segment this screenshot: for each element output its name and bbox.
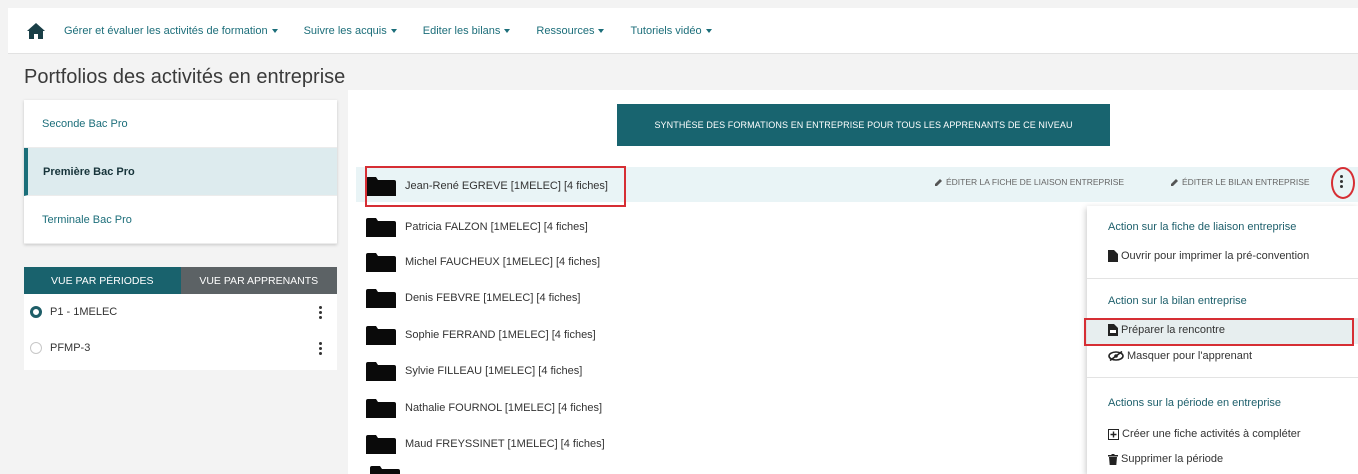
nav-video-tutorials[interactable]: Tutoriels vidéo <box>630 24 712 37</box>
menu-item-label: Supprimer la période <box>1121 453 1224 465</box>
learner-name: Denis FEBVRE [1MELEC] [4 fiches] <box>405 292 581 304</box>
learner-row[interactable]: Sylvie FILLEAU [1MELEC] [4 fiches] <box>366 354 582 388</box>
file-icon <box>1108 250 1118 262</box>
tab-view-by-periods[interactable]: VUE PAR PÉRIODES <box>24 267 181 294</box>
caret-down-icon <box>598 28 605 33</box>
create-activity-sheet-item[interactable]: Créer une fiche activités à compléter <box>1108 428 1301 440</box>
learner-name: Nathalie FOURNOL [1MELEC] [4 fiches] <box>405 402 603 414</box>
delete-period-item[interactable]: Supprimer la période <box>1108 453 1223 465</box>
pencil-icon <box>1171 178 1178 186</box>
caret-down-icon <box>271 28 278 33</box>
learner-name: Patricia FALZON [1MELEC] [4 fiches] <box>405 221 588 233</box>
nav-manage-activities[interactable]: Gérer et évaluer les activités de format… <box>64 25 278 37</box>
edit-bilan-label: ÉDITER LE BILAN ENTREPRISE <box>1182 177 1310 187</box>
level-item-premiere[interactable]: Première Bac Pro <box>24 148 337 196</box>
level-list: Seconde Bac Pro Première Bac Pro Termina… <box>24 100 337 244</box>
nav-edit-reports[interactable]: Editer les bilans <box>423 25 511 37</box>
kebab-menu-icon[interactable] <box>319 342 323 355</box>
dropdown-header-periode: Actions sur la période en entreprise <box>1108 397 1282 409</box>
divider <box>1087 278 1358 279</box>
period-list: P1 - 1MELEC PFMP-3 <box>24 294 337 370</box>
page-title: Portfolios des activités en entreprise <box>24 66 346 88</box>
folder-icon <box>366 434 396 454</box>
learner-name: Michel FAUCHEUX [1MELEC] [4 fiches] <box>405 256 601 268</box>
learner-row[interactable]: Maud FREYSSINET [1MELEC] [4 fiches] <box>366 427 605 461</box>
learner-name: Sophie FERRAND [1MELEC] [4 fiches] <box>405 329 596 341</box>
level-item-terminale[interactable]: Terminale Bac Pro <box>24 196 337 244</box>
edit-bilan-link[interactable]: ÉDITER LE BILAN ENTREPRISE <box>1170 177 1310 187</box>
learner-name: Maud FREYSSINET [1MELEC] [4 fiches] <box>405 438 605 450</box>
tab-view-by-learners[interactable]: VUE PAR APPRENANTS <box>180 267 337 294</box>
radio-unchecked-icon[interactable] <box>30 342 42 354</box>
menu-item-label: Créer une fiche activités à compléter <box>1122 428 1301 440</box>
pencil-icon <box>935 178 942 186</box>
folder-icon <box>366 217 396 237</box>
open-print-preconvention-item[interactable]: Ouvrir pour imprimer la pré-convention <box>1108 250 1309 262</box>
plus-square-icon <box>1108 428 1119 440</box>
highlight-circle <box>1331 167 1355 199</box>
trash-icon <box>1108 453 1118 465</box>
period-label: PFMP-3 <box>50 342 91 354</box>
learner-row[interactable]: Sophie FERRAND [1MELEC] [4 fiches] <box>366 318 596 352</box>
caret-down-icon <box>705 28 712 33</box>
eye-slash-icon <box>1108 351 1124 361</box>
folder-icon <box>366 252 396 272</box>
top-navigation: Gérer et évaluer les activités de format… <box>8 8 1358 54</box>
edit-liaison-link[interactable]: ÉDITER LA FICHE DE LIAISON ENTREPRISE <box>934 177 1124 187</box>
radio-checked-icon[interactable] <box>30 306 42 318</box>
learner-row[interactable]: Patricia FALZON [1MELEC] [4 fiches] <box>366 210 588 244</box>
learner-row[interactable]: Denis FEBVRE [1MELEC] [4 fiches] <box>366 281 580 315</box>
period-item[interactable]: PFMP-3 <box>24 330 337 366</box>
level-item-seconde[interactable]: Seconde Bac Pro <box>24 100 337 148</box>
folder-icon <box>366 398 396 418</box>
dropdown-header-liaison: Action sur la fiche de liaison entrepris… <box>1108 221 1297 233</box>
folder-icon <box>366 288 396 308</box>
period-label: P1 - 1MELEC <box>50 306 118 318</box>
nav-label: Suivre les acquis <box>303 24 387 37</box>
nav-follow-skills[interactable]: Suivre les acquis <box>304 25 397 37</box>
nav-label: Tutoriels vidéo <box>630 24 702 37</box>
caret-down-icon <box>504 28 511 33</box>
home-icon[interactable] <box>8 8 64 54</box>
nav-label: Gérer et évaluer les activités de format… <box>64 24 268 37</box>
nav-resources[interactable]: Ressources <box>536 24 605 37</box>
folder-icon <box>366 361 396 381</box>
caret-down-icon <box>390 28 397 33</box>
hide-from-learner-item[interactable]: Masquer pour l'apprenant <box>1108 350 1252 362</box>
highlight-box <box>365 166 626 207</box>
learner-row[interactable]: Nathalie FOURNOL [1MELEC] [4 fiches] <box>366 391 602 425</box>
dropdown-header-bilan: Action sur la bilan entreprise <box>1108 295 1247 307</box>
edit-liaison-label: ÉDITER LA FICHE DE LIAISON ENTREPRISE <box>946 177 1125 187</box>
synthesis-button[interactable]: SYNTHÈSE DES FORMATIONS EN ENTREPRISE PO… <box>617 104 1110 146</box>
nav-label: Editer les bilans <box>422 24 501 37</box>
menu-item-label: Masquer pour l'apprenant <box>1127 350 1253 362</box>
period-item[interactable]: P1 - 1MELEC <box>24 294 337 330</box>
highlight-box <box>1084 318 1354 346</box>
learner-name: Sylvie FILLEAU [1MELEC] [4 fiches] <box>405 365 583 377</box>
divider <box>1087 377 1358 378</box>
folder-icon <box>366 325 396 345</box>
menu-item-label: Ouvrir pour imprimer la pré-convention <box>1121 250 1310 262</box>
kebab-menu-icon[interactable] <box>319 306 323 319</box>
folder-icon <box>370 466 400 474</box>
learner-row[interactable]: Michel FAUCHEUX [1MELEC] [4 fiches] <box>366 245 600 279</box>
nav-label: Ressources <box>536 24 595 37</box>
view-tabs: VUE PAR PÉRIODES VUE PAR APPRENANTS <box>24 267 337 294</box>
